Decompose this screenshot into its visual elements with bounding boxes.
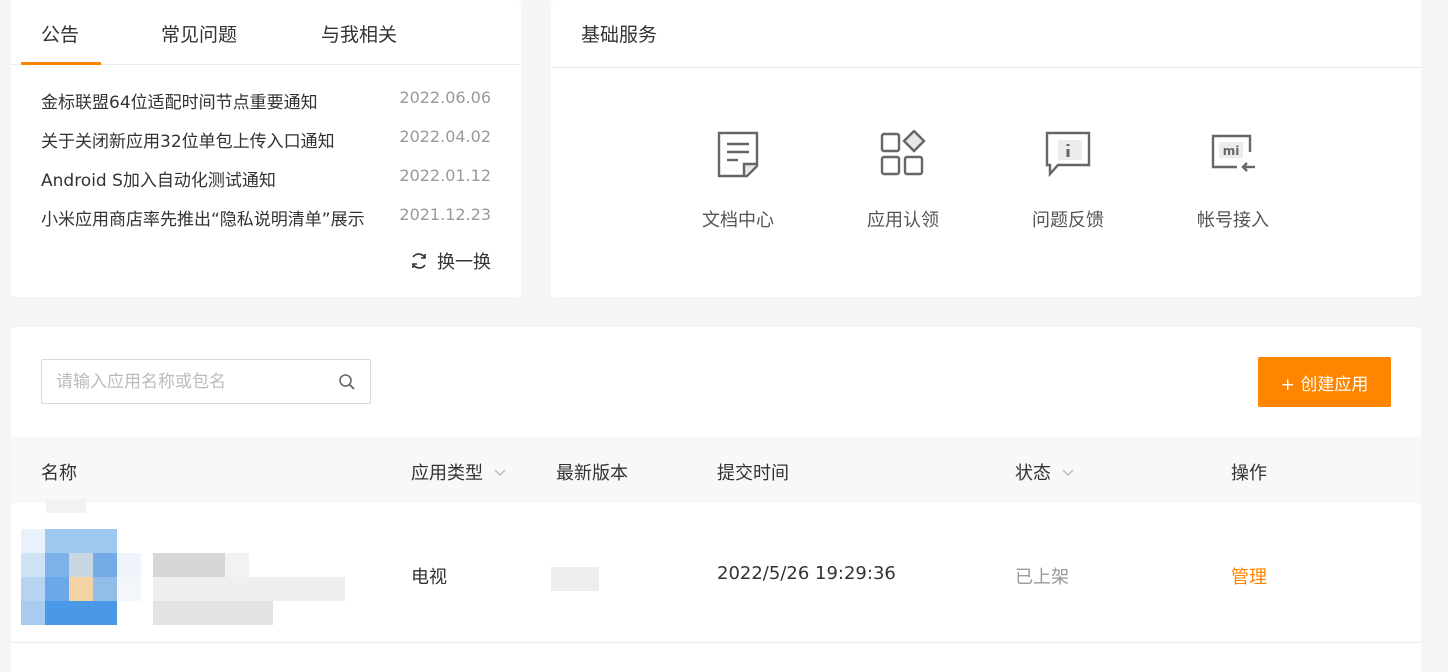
service-account-access[interactable]: mi 帐号接入 bbox=[1173, 130, 1293, 232]
notice-title[interactable]: 金标联盟64位适配时间节点重要通知 bbox=[41, 88, 371, 113]
column-submit-time: 提交时间 bbox=[717, 459, 789, 485]
service-feedback[interactable]: 问题反馈 bbox=[1008, 130, 1128, 232]
chevron-down-icon[interactable] bbox=[493, 465, 507, 479]
feedback-icon bbox=[1045, 131, 1091, 178]
notice-card: 公告 常见问题 与我相关 金标联盟64位适配时间节点重要通知 2022.06.0… bbox=[11, 0, 521, 297]
notice-item[interactable]: 金标联盟64位适配时间节点重要通知 2022.06.06 bbox=[41, 88, 491, 113]
table-row: 电视 2022/5/26 19:29:36 已上架 管理 bbox=[11, 499, 1421, 643]
notice-title[interactable]: 关于关闭新应用32位单包上传入口通知 bbox=[41, 127, 371, 152]
column-label: 提交时间 bbox=[717, 463, 789, 484]
notice-date: 2022.01.12 bbox=[399, 166, 491, 185]
services-card: 基础服务 文档中心 应用认领 问题反馈 mi 帐号接入 bbox=[551, 0, 1421, 297]
column-app-type[interactable]: 应用类型 bbox=[411, 459, 507, 485]
account-access-icon: mi bbox=[1211, 134, 1255, 172]
search-input[interactable] bbox=[42, 360, 332, 403]
service-label: 帐号接入 bbox=[1197, 210, 1269, 231]
notice-title[interactable]: 小米应用商店率先推出“隐私说明清单”展示 bbox=[41, 205, 371, 230]
app-claim-icon bbox=[880, 130, 926, 176]
column-label: 应用类型 bbox=[411, 463, 483, 484]
column-actions: 操作 bbox=[1231, 459, 1267, 485]
table-header: 名称 应用类型 最新版本 提交时间 状态 操作 bbox=[11, 437, 1421, 503]
column-latest-version: 最新版本 bbox=[556, 459, 628, 485]
services-header: 基础服务 bbox=[551, 0, 1421, 68]
active-tab-indicator bbox=[21, 62, 101, 65]
services-title: 基础服务 bbox=[581, 24, 658, 46]
notice-item[interactable]: 小米应用商店率先推出“隐私说明清单”展示 2021.12.23 bbox=[41, 205, 491, 230]
tab-faq[interactable]: 常见问题 bbox=[161, 20, 237, 47]
document-icon bbox=[717, 131, 759, 178]
column-label: 操作 bbox=[1231, 463, 1267, 484]
column-label: 状态 bbox=[1015, 463, 1051, 484]
status-text: 已上架 bbox=[1015, 567, 1069, 588]
notice-item[interactable]: Android S加入自动化测试通知 2022.01.12 bbox=[41, 166, 491, 191]
notice-title[interactable]: Android S加入自动化测试通知 bbox=[41, 166, 371, 191]
column-name: 名称 bbox=[41, 459, 77, 485]
tab-related-to-me[interactable]: 与我相关 bbox=[321, 20, 397, 47]
column-label: 最新版本 bbox=[556, 463, 628, 484]
refresh-icon bbox=[412, 253, 426, 269]
refresh-button[interactable]: 换一换 bbox=[409, 248, 491, 274]
app-identity-blurred bbox=[21, 499, 351, 643]
notice-date: 2022.04.02 bbox=[399, 127, 491, 146]
chevron-down-icon[interactable] bbox=[1061, 465, 1075, 479]
app-list-card: + 创建应用 名称 应用类型 最新版本 提交时间 状态 操作 bbox=[11, 327, 1421, 672]
manage-link[interactable]: 管理 bbox=[1231, 563, 1267, 589]
service-app-claim[interactable]: 应用认领 bbox=[843, 130, 963, 232]
search-icon[interactable] bbox=[338, 373, 356, 391]
notice-tabs: 公告 常见问题 与我相关 bbox=[11, 0, 521, 65]
service-label: 文档中心 bbox=[702, 210, 774, 231]
tab-announcement[interactable]: 公告 bbox=[41, 20, 79, 47]
notice-item[interactable]: 关于关闭新应用32位单包上传入口通知 2022.04.02 bbox=[41, 127, 491, 152]
notice-date: 2021.12.23 bbox=[399, 205, 491, 224]
service-label: 应用认领 bbox=[867, 210, 939, 231]
refresh-label: 换一换 bbox=[437, 252, 491, 273]
create-app-button[interactable]: + 创建应用 bbox=[1258, 357, 1391, 407]
svg-text:mi: mi bbox=[1223, 144, 1240, 158]
search-box bbox=[41, 359, 371, 404]
submit-time: 2022/5/26 19:29:36 bbox=[717, 563, 896, 584]
column-label: 名称 bbox=[41, 463, 77, 484]
app-type: 电视 bbox=[411, 567, 447, 588]
latest-version-blurred bbox=[551, 567, 599, 591]
notice-date: 2022.06.06 bbox=[399, 88, 491, 107]
service-label: 问题反馈 bbox=[1032, 210, 1104, 231]
column-status[interactable]: 状态 bbox=[1015, 459, 1075, 485]
service-document-center[interactable]: 文档中心 bbox=[678, 130, 798, 232]
